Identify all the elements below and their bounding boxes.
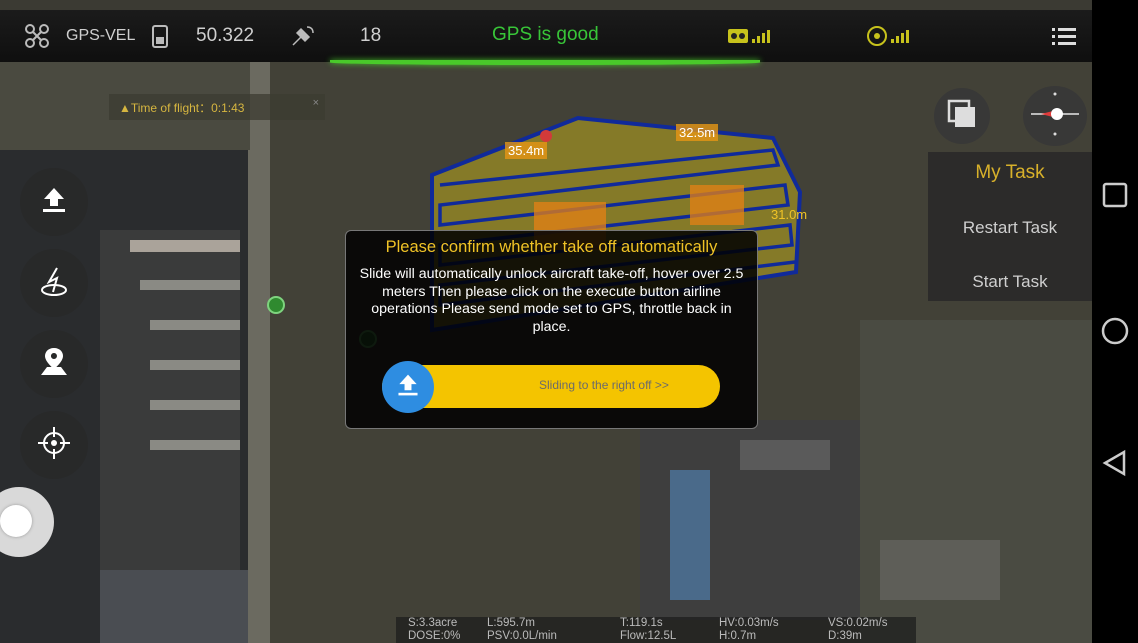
square-icon[interactable] [1102,182,1128,213]
crosshair-icon [36,425,72,466]
stat-length: L:595.7m PSV:0.0L/min [487,617,557,642]
close-icon[interactable]: × [313,97,319,109]
stat-hv: HV:0.03m/s H:0.7m [719,617,779,642]
slide-to-takeoff[interactable]: Sliding to the right off >> [382,361,720,413]
upload-icon [395,372,421,403]
stat-time: T:119.1s Flow:12.5L [620,617,677,642]
stat-area: S:3.3acre DOSE:0% [408,617,461,642]
app-screen: 35.4m 32.5m 31.0m GPS-VEL 50.322 18 GPS … [0,0,1092,643]
task-panel: My Task Restart Task Start Task [928,152,1092,301]
circle-icon[interactable] [1100,316,1130,351]
location-button[interactable] [20,330,88,398]
layers-button[interactable] [934,88,990,144]
restart-task-button[interactable]: Restart Task [928,218,1092,238]
my-task-button[interactable]: My Task [928,162,1092,184]
dialog-title: Please confirm whether take off automati… [385,238,718,256]
takeoff-confirm-dialog: Please confirm whether take off automati… [345,230,758,429]
takeoff-icon [37,264,71,303]
location-icon [37,345,71,384]
compass-button[interactable] [1023,86,1087,146]
flight-time-text: ▲Time of flight：0:1:43 [119,100,245,115]
stat-vs: VS:0.02m/s D:39m [828,617,888,642]
compass-icon [1027,88,1083,145]
slider-handle[interactable] [382,361,434,413]
link-signal-icon [866,10,912,62]
layers-icon [945,97,979,136]
start-task-button[interactable]: Start Task [928,272,1092,292]
satellite-count: 18 [360,25,382,46]
remote-signal-icon [727,10,773,62]
distance-label-1: 35.4m [505,142,548,159]
joystick-knob[interactable] [0,505,32,537]
back-triangle-icon[interactable] [1102,449,1128,482]
upload-icon [39,185,69,220]
distance-label-2: 32.5m [676,124,719,141]
flight-mode: GPS-VEL [66,27,136,44]
takeoff-button[interactable] [20,249,88,317]
battery-value: 50.322 [196,25,255,46]
dialog-message: Slide will automatically unlock aircraft… [359,266,744,335]
telemetry-bar: S:3.3acre DOSE:0% L:595.7m PSV:0.0L/min T:… [396,617,916,643]
menu-icon[interactable] [1052,10,1076,62]
center-position-button[interactable] [20,411,88,479]
drone-icon[interactable] [24,10,50,62]
slider-label: Sliding to the right off >> [539,378,669,392]
gps-status: GPS is good [492,24,599,45]
upload-route-button[interactable] [20,168,88,236]
gps-indicator-glow [330,60,760,65]
flight-time-banner: ▲Time of flight：0:1:43 × [109,94,325,120]
distance-label-3: 31.0m [771,207,808,222]
status-bar: GPS-VEL 50.322 18 GPS is good [0,10,1092,62]
battery-icon [151,10,169,62]
satellite-icon [289,10,315,62]
android-nav-bar [1092,0,1138,643]
